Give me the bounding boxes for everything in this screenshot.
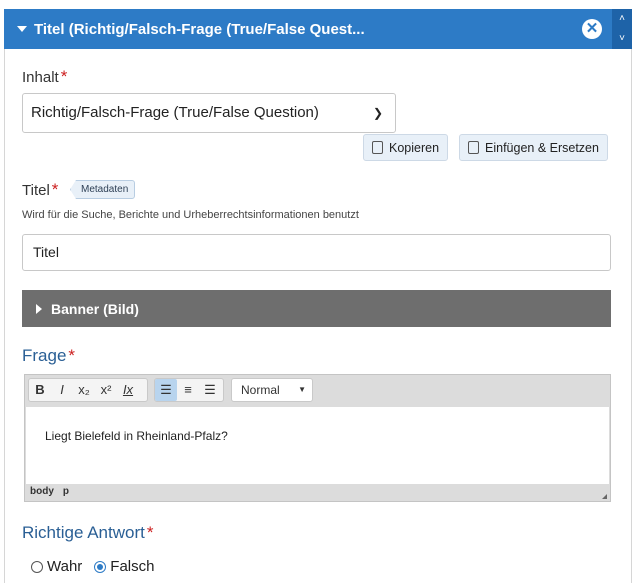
required-marker: * — [51, 180, 59, 199]
order-scroller[interactable]: ˄ ˅ — [612, 9, 632, 49]
chevron-down-icon[interactable]: ˅ — [619, 34, 625, 44]
format-select-value: Normal — [241, 383, 280, 397]
editor-toolbar: B I x₂ x² Ix ☰ ≡ ☰ Normal ▼ — [25, 375, 610, 407]
content-type-value: Richtig/Falsch-Frage (True/False Questio… — [31, 104, 319, 121]
paste-replace-button[interactable]: Einfügen & Ersetzen — [459, 134, 608, 161]
title-input[interactable]: Titel — [22, 234, 611, 271]
title-hint: Wird für die Suche, Berichte und Urheber… — [22, 209, 359, 221]
question-text-area[interactable]: Liegt Bielefeld in Rheinland-Pfalz? — [26, 407, 609, 484]
align-center-icon[interactable]: ≡ — [177, 379, 199, 401]
expand-triangle-icon — [36, 303, 42, 314]
superscript-button[interactable]: x² — [95, 379, 117, 401]
radio-false-label[interactable]: Falsch — [110, 558, 154, 575]
path-body[interactable]: body — [30, 486, 54, 497]
required-marker: * — [68, 346, 76, 365]
question-label-text: Frage — [22, 346, 67, 365]
chevron-down-icon: ❯ — [372, 106, 383, 120]
radio-true-label[interactable]: Wahr — [47, 558, 82, 575]
caret-down-icon: ▼ — [298, 385, 306, 394]
clipboard-icon — [468, 141, 479, 154]
content-header[interactable]: Titel (Richtig/Falsch-Frage (True/False … — [4, 9, 612, 49]
path-p[interactable]: p — [63, 486, 69, 497]
copy-icon — [372, 141, 383, 154]
close-icon[interactable]: ✕ — [582, 19, 602, 39]
answer-label: Richtige Antwort * — [22, 523, 153, 543]
chevron-up-icon[interactable]: ˄ — [619, 14, 625, 24]
header-title: Titel (Richtig/Falsch-Frage (True/False … — [34, 20, 365, 38]
required-marker: * — [146, 523, 154, 542]
required-marker: * — [60, 67, 68, 86]
paste-button-label: Einfügen & Ersetzen — [485, 140, 599, 155]
format-select[interactable]: Normal ▼ — [231, 378, 313, 402]
question-label: Frage * — [22, 346, 75, 366]
banner-label: Banner (Bild) — [51, 300, 139, 317]
align-right-icon[interactable]: ☰ — [199, 379, 221, 401]
text-style-group: B I x₂ x² Ix — [28, 378, 148, 402]
radio-true[interactable] — [31, 560, 43, 573]
collapse-caret-icon[interactable] — [17, 26, 27, 32]
copy-button-label: Kopieren — [389, 140, 440, 155]
title-label: Titel * — [22, 180, 58, 200]
align-left-icon[interactable]: ☰ — [155, 379, 177, 401]
resize-handle-icon[interactable] — [602, 494, 607, 499]
subscript-button[interactable]: x₂ — [73, 379, 95, 401]
answer-options: Wahr Falsch — [31, 558, 154, 575]
element-path: body p — [30, 486, 78, 497]
content-type-select[interactable]: Richtig/Falsch-Frage (True/False Questio… — [22, 93, 396, 133]
content-label-text: Inhalt — [22, 69, 59, 86]
align-group: ☰ ≡ ☰ — [154, 378, 224, 402]
question-editor: B I x₂ x² Ix ☰ ≡ ☰ Normal ▼ Liegt Bielef… — [24, 374, 611, 502]
title-label-text: Titel — [22, 182, 50, 199]
metadata-button[interactable]: Metadaten — [70, 180, 136, 199]
content-label: Inhalt * — [22, 67, 67, 87]
copy-button[interactable]: Kopieren — [363, 134, 449, 161]
remove-format-button[interactable]: Ix — [117, 379, 139, 401]
radio-false[interactable] — [94, 560, 107, 573]
answer-label-text: Richtige Antwort — [22, 523, 145, 542]
bold-button[interactable]: B — [29, 379, 51, 401]
italic-button[interactable]: I — [51, 379, 73, 401]
banner-section-toggle[interactable]: Banner (Bild) — [22, 290, 611, 327]
